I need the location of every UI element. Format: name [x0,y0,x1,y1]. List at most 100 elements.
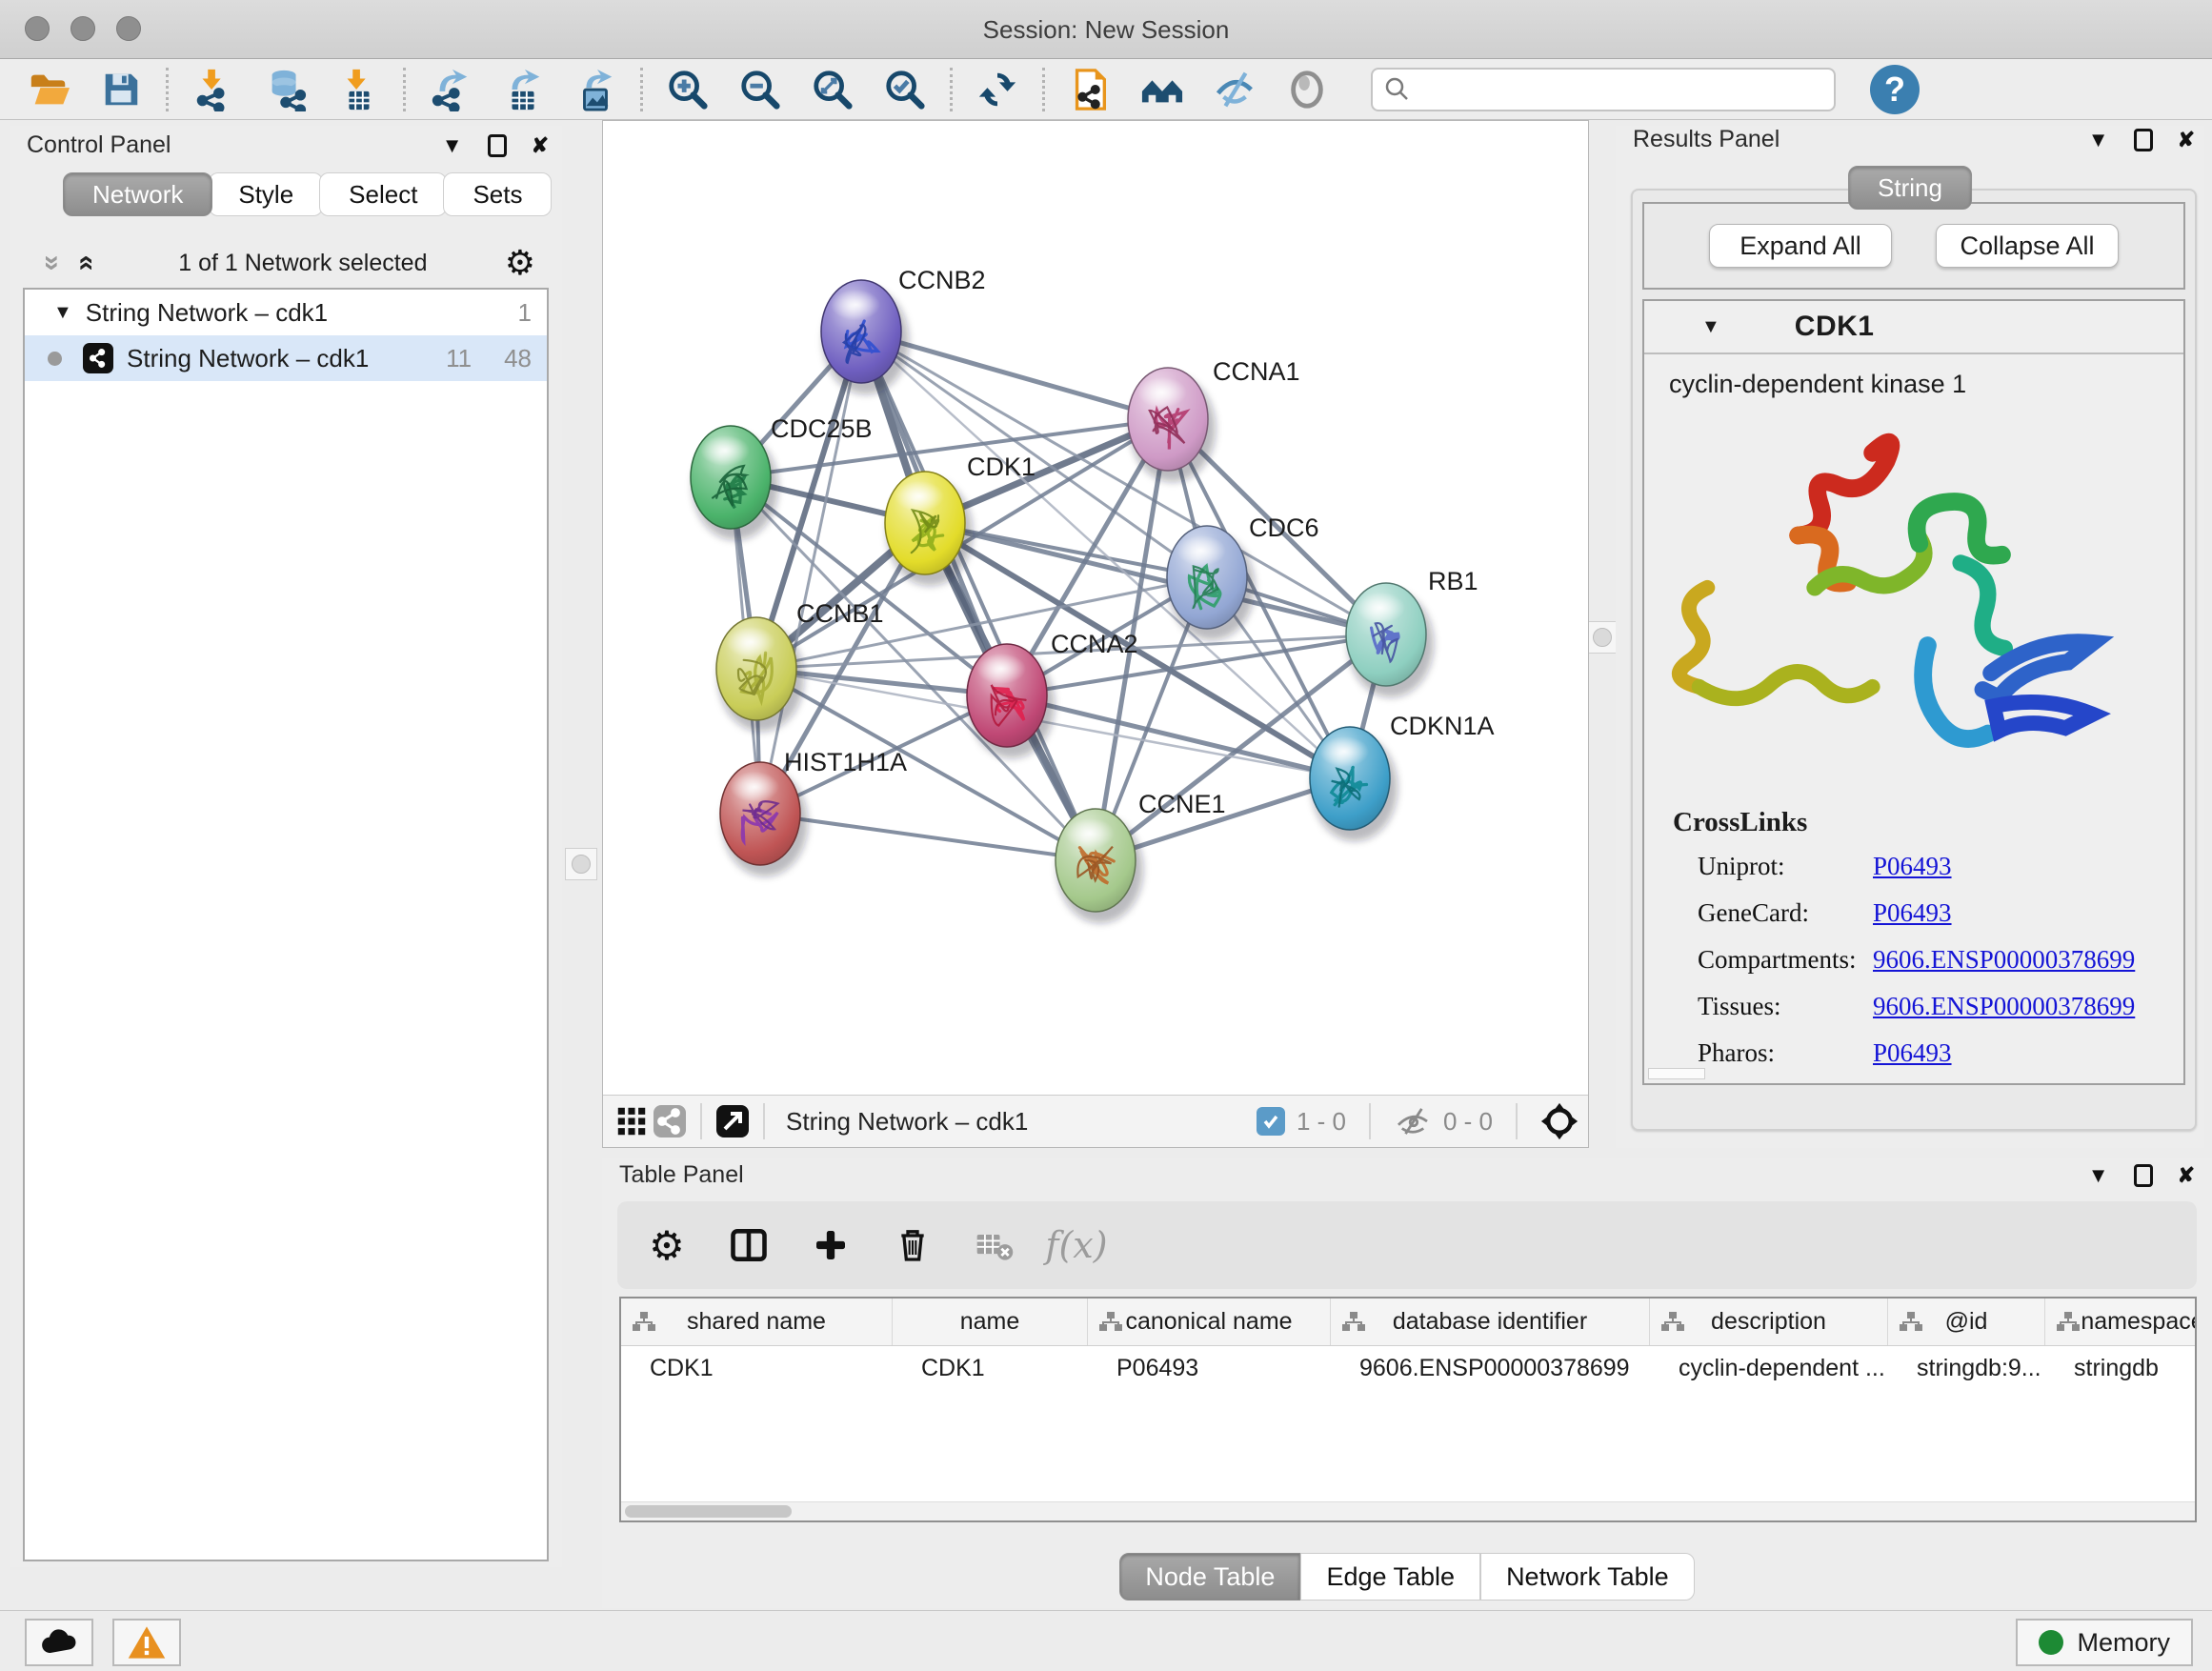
network-node-CCNB2[interactable]: CCNB2 [821,266,986,394]
network-edge-CCNB2-CCNE1[interactable] [861,332,1096,860]
network-node-HIST1H1A[interactable]: HIST1H1A [720,748,907,876]
collapse-triangle-icon[interactable]: ▼ [1701,316,1720,338]
crosslink-value-link[interactable]: 9606.ENSP00000378699 [1873,992,2135,1021]
table-cell[interactable]: CDK1 [893,1346,1088,1392]
show-columns-icon[interactable] [726,1222,772,1268]
cloud-status-button[interactable] [25,1619,93,1666]
import-network-file-button[interactable] [182,64,245,115]
network-node-CDKN1A[interactable]: CDKN1A [1310,712,1495,841]
table-cell[interactable]: stringdb:9... [1888,1346,2045,1392]
left-splitter[interactable] [562,126,600,1561]
right-splitter-handle[interactable] [1586,621,1619,654]
string-home-button[interactable] [1131,64,1194,115]
tab-edge-table[interactable]: Edge Table [1300,1553,1480,1601]
network-view-icon[interactable] [651,1102,689,1140]
column-header-name[interactable]: name [893,1299,1088,1345]
warning-status-button[interactable] [112,1619,181,1666]
zoom-fit-button[interactable] [801,64,864,115]
collapse-all-button[interactable]: Collapse All [1936,224,2119,268]
collapse-triangle-icon[interactable]: ▼ [53,302,72,324]
panel-float-icon[interactable] [2134,1164,2153,1187]
network-node-RB1[interactable]: RB1 [1346,567,1478,697]
tab-network[interactable]: Network [63,172,212,216]
panel-float-icon[interactable] [488,134,507,157]
table-cell[interactable]: CDK1 [621,1346,893,1392]
export-network-button[interactable] [419,64,482,115]
column-header-databaseidentifier[interactable]: database identifier [1331,1299,1650,1345]
string-eye-button[interactable] [1276,64,1338,115]
network-node-CCNA2[interactable]: CCNA2 [967,630,1138,758]
zoom-selected-button[interactable] [874,64,936,115]
detach-view-icon[interactable] [714,1102,752,1140]
node-label: CCNE1 [1138,790,1226,818]
network-graph[interactable]: CCNB2CCNA1CDC25BCDK1CDC6RB1CCNB1CCNA2CDK… [603,121,1588,1095]
open-session-button[interactable] [17,64,80,115]
network-list-options-icon[interactable]: ⚙ [505,243,535,283]
delete-column-icon[interactable] [890,1222,935,1268]
network-canvas[interactable]: CCNB2CCNA1CDC25BCDK1CDC6RB1CCNB1CCNA2CDK… [603,121,1588,1095]
grid-view-icon[interactable] [613,1102,651,1140]
column-header-canonicalname[interactable]: canonical name [1088,1299,1331,1345]
expand-all-button[interactable]: Expand All [1709,224,1892,268]
column-header-namespace[interactable]: namespace [2045,1299,2197,1345]
table-row[interactable]: CDK1CDK1P064939606.ENSP00000378699cyclin… [621,1346,2195,1392]
column-header-sharedname[interactable]: shared name [621,1299,893,1345]
tab-style[interactable]: Style [209,172,323,216]
column-header-description[interactable]: description [1650,1299,1888,1345]
network-node-CCNE1[interactable]: CCNE1 [1056,790,1226,923]
table-hscrollbar[interactable] [621,1501,2195,1520]
table-settings-icon[interactable]: ⚙ [644,1222,690,1268]
selected-checkbox-icon[interactable] [1257,1107,1285,1136]
hscroll-thumb[interactable] [625,1505,792,1518]
gene-section-header[interactable]: ▼ CDK1 [1644,301,2183,354]
zoom-in-button[interactable] [656,64,719,115]
table-cell[interactable]: cyclin-dependent ... [1650,1346,1888,1392]
network-row[interactable]: String Network – cdk1 11 48 [25,335,547,381]
panel-close-icon[interactable]: ✘ [532,133,549,158]
help-button[interactable]: ? [1870,65,1920,114]
network-edge-HIST1H1A-CCNE1[interactable] [760,814,1096,860]
panel-menu-icon[interactable]: ▼ [2088,1163,2109,1188]
crosslink-value-link[interactable]: P06493 [1873,852,1952,881]
column-header-id[interactable]: @id [1888,1299,2045,1345]
tab-select[interactable]: Select [319,172,447,216]
network-node-CCNB1[interactable]: CCNB1 [716,599,884,732]
birdseye-navigator-icon[interactable] [1540,1102,1579,1140]
panel-menu-icon[interactable]: ▼ [442,133,463,158]
save-session-button[interactable] [90,64,152,115]
string-glasses-button[interactable] [1203,64,1266,115]
table-cell[interactable]: P06493 [1088,1346,1331,1392]
network-collection-row[interactable]: ▼ String Network – cdk1 1 [25,290,547,335]
network-node-CDC6[interactable]: CDC6 [1167,513,1319,640]
panel-menu-icon[interactable]: ▼ [2088,128,2109,152]
results-tab-string[interactable]: String [1848,166,1972,210]
tab-network-table[interactable]: Network Table [1480,1553,1695,1601]
import-table-button[interactable] [327,64,390,115]
import-network-database-button[interactable] [254,64,317,115]
memory-button[interactable]: Memory [2016,1619,2193,1666]
refresh-view-button[interactable] [966,64,1029,115]
string-import-button[interactable] [1058,64,1121,115]
search-input[interactable] [1411,76,1822,103]
panel-close-icon[interactable]: ✘ [2178,128,2195,152]
table-cell[interactable]: stringdb [2045,1346,2197,1392]
tab-node-table[interactable]: Node Table [1119,1553,1300,1601]
tab-sets[interactable]: Sets [443,172,552,216]
results-hscroll-thumb[interactable] [1648,1068,1705,1079]
zoom-out-button[interactable] [729,64,792,115]
network-edge-CCNB2-HIST1H1A[interactable] [760,332,861,814]
export-image-button[interactable] [564,64,627,115]
collapse-all-icon[interactable]: » [69,247,101,279]
export-table-button[interactable] [492,64,554,115]
table-cell[interactable]: 9606.ENSP00000378699 [1331,1346,1650,1392]
crosslink-value-link[interactable]: P06493 [1873,1038,1952,1068]
panel-close-icon[interactable]: ✘ [2178,1163,2195,1188]
create-column-icon[interactable] [808,1222,854,1268]
expand-all-icon[interactable]: » [36,247,69,279]
left-splitter-handle[interactable] [565,848,597,880]
crosslink-value-link[interactable]: 9606.ENSP00000378699 [1873,945,2135,975]
search-box[interactable] [1371,68,1836,111]
crosslink-value-link[interactable]: P06493 [1873,898,1952,928]
network-node-CDC25B[interactable]: CDC25B [691,414,873,540]
panel-float-icon[interactable] [2134,129,2153,151]
